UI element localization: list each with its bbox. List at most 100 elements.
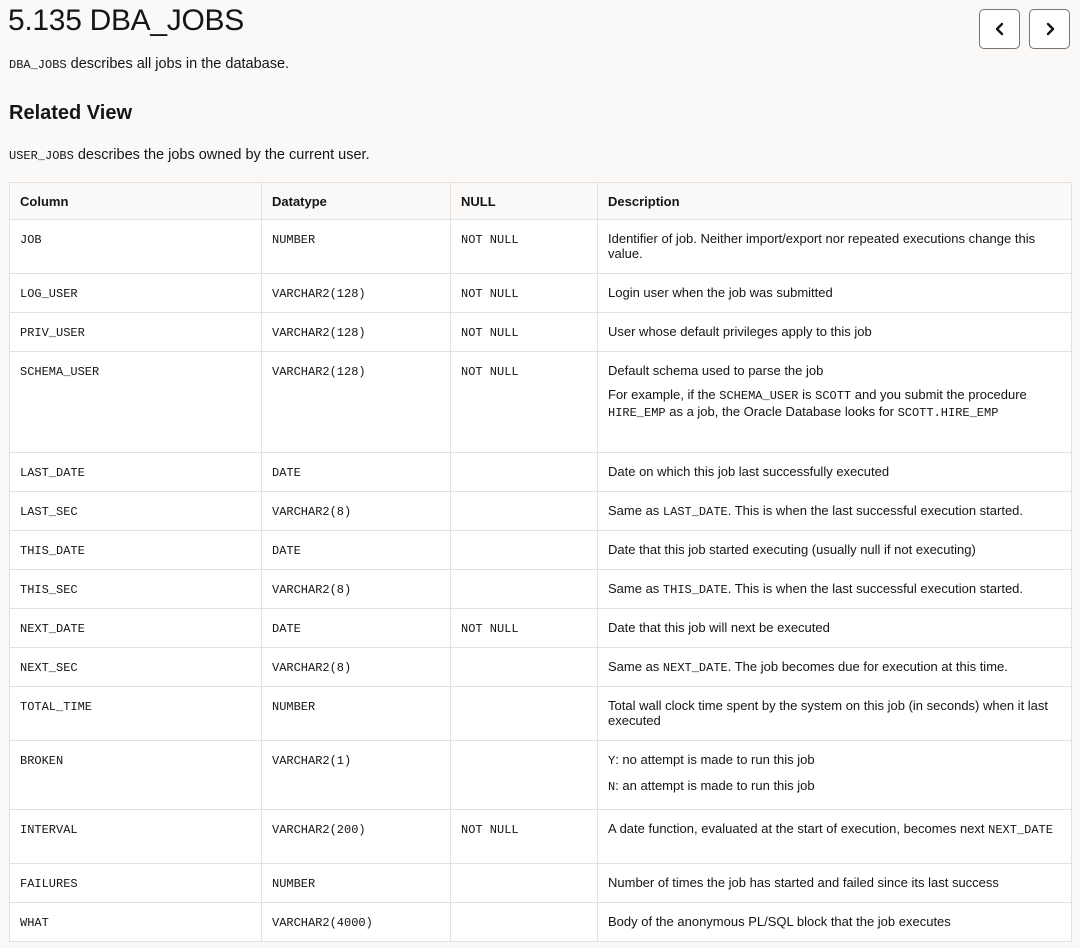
column-name-cell-value: LOG_USER — [20, 287, 78, 301]
description-text: Total wall clock time spent by the syste… — [608, 698, 1049, 728]
column-name-cell: INTERVAL — [9, 809, 262, 864]
column-name-cell-value: LAST_SEC — [20, 505, 78, 519]
datatype-cell: VARCHAR2(128) — [261, 351, 451, 453]
table-row: LAST_DATE DATE Date on which this job last… — [9, 452, 1072, 492]
description-text: Same as — [608, 503, 663, 518]
chevron-left-icon — [993, 22, 1007, 36]
description-paragraph: For example, if the SCHEMA_USER is SCOTT… — [608, 387, 1061, 421]
table-row: INTERVAL VARCHAR2(200) NOT NULL A date func… — [9, 809, 1072, 864]
datatype-cell: NUMBER — [261, 219, 451, 274]
description-paragraph: Y: no attempt is made to run this job — [608, 752, 1061, 769]
column-name-cell-value: NEXT_DATE — [20, 622, 85, 636]
null-cell — [450, 491, 598, 531]
description-text: A date function, evaluated at the start … — [608, 821, 989, 836]
column-name-cell: NEXT_SEC — [9, 647, 262, 687]
description-text: User whose default privileges apply to t… — [608, 324, 872, 339]
description-paragraph: Same as THIS_DATE. This is when the last… — [608, 581, 1061, 598]
datatype-cell-value: VARCHAR2(128) — [272, 287, 366, 301]
description-text: Number of times the job has started and … — [608, 875, 999, 890]
description-cell: Date that this job started executing (us… — [597, 530, 1072, 570]
column-name-cell: FAILURES — [9, 863, 262, 903]
column-name-cell: LOG_USER — [9, 273, 262, 313]
intro-text: describes all jobs in the database. — [66, 56, 290, 72]
table-row: FAILURES NUMBER Number of times the job ha… — [9, 863, 1072, 903]
column-name-cell: TOTAL_TIME — [9, 686, 262, 741]
datatype-cell: VARCHAR2(8) — [261, 491, 451, 531]
description-cell: Default schema used to parse the job For … — [597, 351, 1072, 453]
null-cell — [450, 863, 598, 903]
description-cell: Date that this job will next be executed — [597, 608, 1072, 648]
description-cell: Identifier of job. Neither import/export… — [597, 219, 1072, 274]
description-text: Same as — [608, 581, 663, 596]
description-cell: Same as THIS_DATE. This is when the last… — [597, 569, 1072, 609]
null-cell-value: NOT NULL — [461, 326, 519, 340]
datatype-cell-value: VARCHAR2(200) — [272, 823, 366, 837]
datatype-cell-value: NUMBER — [272, 877, 316, 891]
datatype-cell-value: DATE — [272, 622, 301, 636]
column-name-cell: THIS_SEC — [9, 569, 262, 609]
datatype-cell: DATE — [261, 530, 451, 570]
table-row: BROKEN VARCHAR2(1) Y: no attempt is made t… — [9, 740, 1072, 810]
description-paragraph: N: an attempt is made to run this job — [608, 778, 1061, 795]
column-name-cell-value: INTERVAL — [20, 823, 78, 837]
next-page-button[interactable] — [1029, 9, 1070, 49]
datatype-cell: VARCHAR2(200) — [261, 809, 451, 864]
datatype-cell: VARCHAR2(128) — [261, 312, 451, 352]
datatype-cell: VARCHAR2(8) — [261, 569, 451, 609]
related-view-paragraph: USER_JOBS describes the jobs owned by th… — [9, 147, 370, 163]
null-cell — [450, 902, 598, 942]
description-paragraph: Total wall clock time spent by the syste… — [608, 698, 1061, 728]
table-row: NEXT_SEC VARCHAR2(8) Same as NEXT_DATE. Th… — [9, 647, 1072, 687]
datatype-cell: VARCHAR2(1) — [261, 740, 451, 810]
table-row: NEXT_DATE DATE NOT NULL Date that this job … — [9, 608, 1072, 648]
datatype-cell-value: NUMBER — [272, 233, 316, 247]
datatype-cell: VARCHAR2(8) — [261, 647, 451, 687]
description-cell: Login user when the job was submitted — [597, 273, 1072, 313]
header-column: Column — [9, 182, 262, 220]
column-name-cell: THIS_DATE — [9, 530, 262, 570]
inline-code: THIS_DATE — [662, 583, 728, 597]
inline-code: SCOTT — [815, 389, 852, 403]
inline-code: NEXT_DATE — [662, 661, 728, 675]
null-cell — [450, 740, 598, 810]
header-null: NULL — [450, 182, 598, 220]
description-text: : an attempt is made to run this job — [615, 778, 815, 793]
column-name-cell-value: TOTAL_TIME — [20, 700, 93, 714]
description-text: Default schema used to parse the job — [608, 363, 824, 378]
column-name-cell-value: LAST_DATE — [20, 466, 85, 480]
column-name-cell: WHAT — [9, 902, 262, 942]
description-text: Date that this job will next be executed — [608, 620, 830, 635]
previous-page-button[interactable] — [979, 9, 1020, 49]
column-name-cell: NEXT_DATE — [9, 608, 262, 648]
description-text: : no attempt is made to run this job — [615, 752, 815, 767]
description-text: . This is when the last successful execu… — [727, 581, 1024, 596]
null-cell: NOT NULL — [450, 219, 598, 274]
null-cell-value: NOT NULL — [461, 622, 519, 636]
column-name-cell-value: WHAT — [20, 916, 49, 930]
description-text: Body of the anonymous PL/SQL block that … — [608, 914, 951, 929]
null-cell-value: NOT NULL — [461, 287, 519, 301]
column-name-cell: LAST_SEC — [9, 491, 262, 531]
column-name-cell: PRIV_USER — [9, 312, 262, 352]
datatype-cell-value: VARCHAR2(128) — [272, 326, 366, 340]
column-name-cell-value: BROKEN — [20, 754, 64, 768]
null-cell — [450, 686, 598, 741]
page-title: 5.135 DBA_JOBS — [8, 4, 244, 37]
description-text: Date on which this job last successfully… — [608, 464, 890, 479]
datatype-cell: NUMBER — [261, 686, 451, 741]
description-paragraph: Number of times the job has started and … — [608, 875, 1061, 890]
description-text: . The job becomes due for execution at t… — [727, 659, 1008, 674]
datatype-cell: VARCHAR2(4000) — [261, 902, 451, 942]
null-cell: NOT NULL — [450, 809, 598, 864]
table-row: THIS_SEC VARCHAR2(8) Same as THIS_DATE. Th… — [9, 569, 1072, 609]
description-paragraph: Body of the anonymous PL/SQL block that … — [608, 914, 1061, 929]
null-cell — [450, 452, 598, 492]
table-row: JOB NUMBER NOT NULL Identifier of job. Neit… — [9, 219, 1072, 274]
datatype-cell-value: DATE — [272, 466, 301, 480]
intro-paragraph: DBA_JOBS describes all jobs in the datab… — [9, 56, 289, 72]
datatype-cell-value: VARCHAR2(128) — [272, 365, 366, 379]
null-cell-value: NOT NULL — [461, 823, 519, 837]
description-cell: Date on which this job last successfully… — [597, 452, 1072, 492]
description-paragraph: Same as NEXT_DATE. The job becomes due f… — [608, 659, 1061, 676]
description-paragraph: Date that this job will next be executed — [608, 620, 1061, 635]
